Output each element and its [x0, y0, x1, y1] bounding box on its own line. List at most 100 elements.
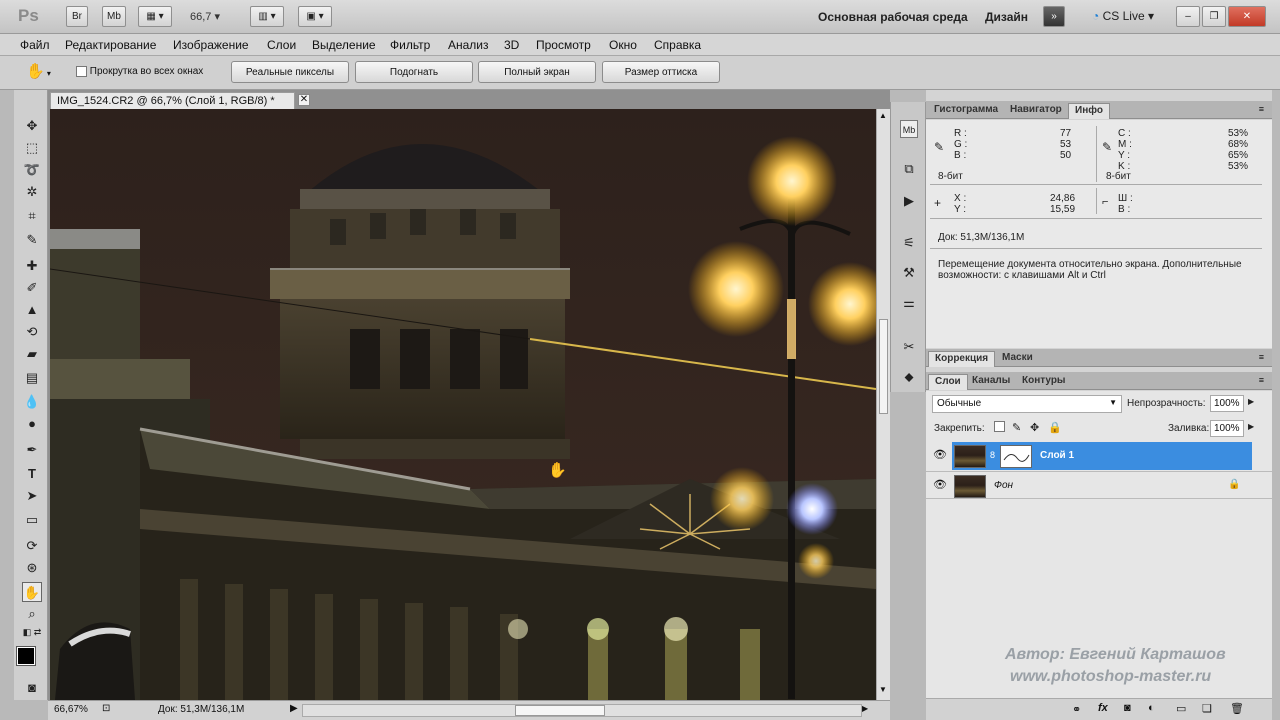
scroll-down-arrow[interactable]: ▼ — [879, 685, 887, 694]
tab-adjustments[interactable]: Коррекция — [928, 351, 996, 367]
horizontal-scrollbar[interactable] — [302, 704, 862, 717]
menu-file[interactable]: Файл — [20, 38, 50, 52]
lasso-icon[interactable]: ➰ — [22, 160, 42, 180]
3d-rotate-icon[interactable]: ⟳ — [22, 536, 42, 556]
tab-paths[interactable]: Контуры — [1016, 374, 1071, 390]
cs-live-button[interactable]: ◔ CS Live ▾ — [1092, 9, 1154, 23]
tool-preset-picker[interactable]: ✋ ▾ — [26, 62, 66, 84]
document-tab[interactable]: IMG_1524.CR2 @ 66,7% (Слой 1, RGB/8) * ✕ — [50, 92, 310, 109]
brush-icon[interactable]: ✐ — [22, 278, 42, 298]
fit-screen-button[interactable]: Подогнать — [355, 61, 473, 83]
character-icon[interactable]: ⬥ — [900, 368, 918, 386]
status-zoom[interactable]: 66,67% — [54, 704, 88, 715]
vertical-scrollbar[interactable]: ▲ ▼ — [876, 109, 890, 700]
stamp-icon[interactable]: ▲ — [22, 300, 42, 320]
gradient-icon[interactable]: ▤ — [22, 368, 42, 388]
clone-source-icon[interactable]: ⚒ — [900, 264, 918, 282]
tab-layers[interactable]: Слои — [928, 374, 968, 390]
blend-mode-dropdown[interactable]: Обычные ▼ — [932, 395, 1122, 413]
menu-select[interactable]: Выделение — [312, 38, 376, 52]
path-select-icon[interactable]: ➤ — [22, 486, 42, 506]
layer-name[interactable]: Слой 1 — [1040, 450, 1074, 461]
magic-wand-icon[interactable]: ✲ — [22, 182, 42, 202]
scroll-right-arrow[interactable]: ▶ — [862, 704, 868, 713]
menu-3d[interactable]: 3D — [504, 38, 519, 52]
type-icon[interactable]: T — [22, 464, 42, 484]
minimize-button[interactable]: – — [1176, 6, 1200, 27]
arrange-documents-dropdown[interactable]: ▥ ▾ — [250, 6, 284, 27]
layer-row-background[interactable]: 👁 Фон 🔒 — [926, 471, 1272, 499]
eyedropper-icon[interactable]: ✎ — [22, 230, 42, 250]
layer-name-background[interactable]: Фон — [994, 480, 1013, 491]
menu-filter[interactable]: Фильтр — [390, 38, 430, 52]
menu-help[interactable]: Справка — [654, 38, 701, 52]
status-menu-arrow[interactable]: ▶ — [290, 703, 298, 714]
layer-mask-thumbnail[interactable] — [1000, 445, 1032, 468]
mini-bridge-button[interactable]: Mb — [102, 6, 126, 27]
lock-all-icon[interactable]: 🔒 — [1048, 421, 1062, 434]
opacity-arrow[interactable]: ▶ — [1248, 397, 1254, 406]
close-window-button[interactable]: ✕ — [1228, 6, 1266, 27]
restore-button[interactable]: ❐ — [1202, 6, 1226, 27]
fill-field[interactable]: 100% — [1210, 420, 1244, 437]
history-icon[interactable]: ⧉ — [900, 160, 918, 178]
zoom-icon[interactable]: ⌕ — [22, 604, 42, 624]
shape-icon[interactable]: ▭ — [22, 510, 42, 530]
fill-screen-button[interactable]: Полный экран — [478, 61, 596, 83]
workspace-design[interactable]: Дизайн — [985, 10, 1028, 24]
panel-menu-icon[interactable]: ≡ — [1259, 104, 1264, 114]
layers-panel-menu-icon[interactable]: ≡ — [1259, 375, 1264, 385]
crop-icon[interactable]: ⌗ — [22, 206, 42, 226]
adjustment-layer-icon[interactable]: ◐ — [1148, 702, 1155, 714]
trash-icon[interactable]: 🗑 — [1230, 702, 1244, 715]
bridge-button[interactable]: Br — [66, 6, 88, 27]
fill-arrow[interactable]: ▶ — [1248, 422, 1254, 431]
tab-masks[interactable]: Маски — [996, 351, 1039, 367]
hand-tool-icon[interactable]: ✋ — [22, 582, 42, 602]
fx-icon[interactable]: fx — [1098, 702, 1108, 714]
swap-colors-icon[interactable]: ◧ ⇄ — [22, 626, 42, 638]
menu-layers[interactable]: Слои — [267, 38, 296, 52]
workspace-more-button[interactable]: » — [1043, 6, 1065, 27]
brush-presets-icon[interactable]: ⚟ — [900, 234, 918, 252]
extras-dropdown[interactable]: ▦ ▾ — [138, 6, 172, 27]
blur-icon[interactable]: 💧 — [22, 392, 42, 412]
menu-image[interactable]: Изображение — [173, 38, 249, 52]
actions-icon[interactable]: ▶ — [900, 192, 918, 210]
dodge-icon[interactable]: ● — [22, 414, 42, 434]
menu-view[interactable]: Просмотр — [536, 38, 591, 52]
lock-transparency-icon[interactable] — [994, 421, 1005, 432]
mask-icon[interactable]: ◙ — [1124, 702, 1131, 714]
scroll-thumb[interactable] — [879, 319, 888, 414]
zoom-dropdown[interactable]: 66,7 ▾ — [190, 10, 220, 23]
lock-pixels-icon[interactable]: ✎ — [1012, 421, 1021, 434]
menu-edit[interactable]: Редактирование — [65, 38, 156, 52]
pen-icon[interactable]: ✒ — [22, 440, 42, 460]
tab-info[interactable]: Инфо — [1068, 103, 1110, 119]
link-layers-icon[interactable]: ⚭ — [1072, 703, 1081, 716]
screen-mode-dropdown[interactable]: ▣ ▾ — [298, 6, 332, 27]
folder-icon[interactable]: ▭ — [1176, 702, 1186, 715]
eye-icon-background[interactable]: 👁 — [933, 479, 947, 491]
healing-icon[interactable]: ✚ — [22, 256, 42, 276]
new-layer-icon[interactable]: ❏ — [1202, 702, 1212, 715]
image-canvas[interactable]: ✋ Автор: Евгений Карташов — [50, 109, 876, 700]
marquee-icon[interactable]: ⬚ — [22, 138, 42, 158]
layer-row-layer1[interactable]: 👁 8 Слой 1 — [926, 442, 1272, 470]
actual-pixels-button[interactable]: Реальные пикселы — [231, 61, 349, 83]
close-tab-icon[interactable]: ✕ — [298, 94, 310, 106]
opacity-field[interactable]: 100% — [1210, 395, 1244, 412]
quick-mask-icon[interactable]: ◙ — [22, 678, 42, 698]
horizontal-scroll-thumb[interactable] — [515, 705, 605, 716]
tab-channels[interactable]: Каналы — [966, 374, 1016, 390]
scroll-up-arrow[interactable]: ▲ — [879, 111, 887, 120]
3d-orbit-icon[interactable]: ⊛ — [22, 558, 42, 578]
history-brush-icon[interactable]: ⟲ — [22, 322, 42, 342]
print-size-button[interactable]: Размер оттиска — [602, 61, 720, 83]
tab-navigator[interactable]: Навигатор — [1004, 103, 1068, 119]
brush-panel-icon[interactable]: ✂ — [900, 338, 918, 356]
mini-bridge-icon[interactable]: Mb — [900, 120, 918, 138]
adjust-panel-menu-icon[interactable]: ≡ — [1259, 352, 1264, 362]
tab-histogram[interactable]: Гистограмма — [928, 103, 1004, 119]
lock-position-icon[interactable]: ✥ — [1030, 421, 1039, 434]
